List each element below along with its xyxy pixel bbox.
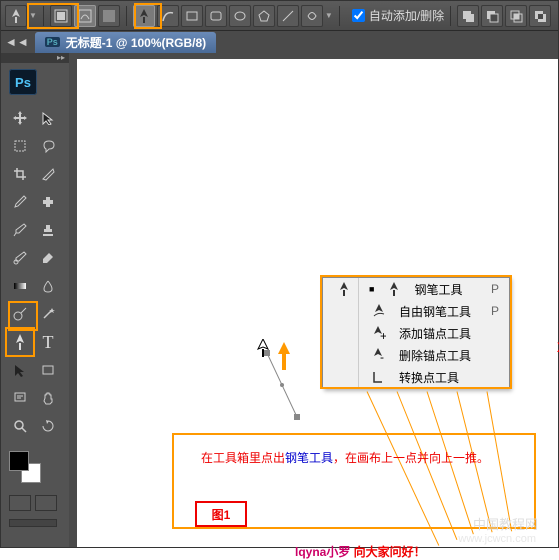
- eyedropper-tool[interactable]: [7, 189, 33, 215]
- arrow-up-icon: [277, 342, 291, 370]
- options-bar: ▼ ▼ 自动添加/删除: [1, 1, 558, 31]
- zoom-tool[interactable]: [7, 413, 33, 439]
- brush-tool[interactable]: [7, 217, 33, 243]
- crop-tool[interactable]: [7, 161, 33, 187]
- notes-tool[interactable]: [7, 385, 33, 411]
- document-tab[interactable]: Ps 无标题-1 @ 100%(RGB/8): [35, 32, 216, 53]
- document-title: 无标题-1 @ 100%(RGB/8): [66, 34, 206, 51]
- dodge-tool[interactable]: [7, 301, 33, 327]
- fg-color-swatch[interactable]: [9, 451, 29, 471]
- auto-add-delete-label: 自动添加/删除: [369, 7, 444, 24]
- type-tool[interactable]: T: [35, 329, 61, 355]
- flyout-item-add-anchor[interactable]: + 添加锚点工具: [323, 322, 509, 344]
- note-text: 在工具箱里点出钢笔工具，在画布上一点并向上一推。: [201, 449, 489, 466]
- flyout-item-convert[interactable]: 转换点工具: [323, 366, 509, 388]
- flyout-shortcut: P: [491, 304, 499, 318]
- flyout-label: 钢笔工具: [414, 281, 481, 298]
- watermark: 中国教程网: [473, 514, 538, 533]
- pen-cursor-icon: [255, 339, 271, 357]
- healing-tool[interactable]: [35, 189, 61, 215]
- dropdown-arrow-icon[interactable]: ▼: [325, 11, 333, 20]
- edit-mode-icon[interactable]: [9, 519, 57, 527]
- rect-shape-icon[interactable]: [181, 5, 203, 27]
- ellipse-icon[interactable]: [229, 5, 251, 27]
- rounded-rect-icon[interactable]: [205, 5, 227, 27]
- slice-tool[interactable]: [35, 161, 61, 187]
- flyout-item-pen[interactable]: ■ 钢笔工具 P: [323, 278, 509, 300]
- marquee-tool[interactable]: [7, 133, 33, 159]
- path-op-subtract-icon[interactable]: [481, 5, 503, 27]
- flyout-label: 删除锚点工具: [399, 347, 489, 364]
- dropdown-arrow-icon[interactable]: ▼: [29, 11, 37, 20]
- paths-icon[interactable]: [74, 5, 96, 27]
- polygon-icon[interactable]: [253, 5, 275, 27]
- eraser-tool[interactable]: [35, 245, 61, 271]
- line-icon[interactable]: [277, 5, 299, 27]
- watermark-url: www.jcwcn.com: [458, 533, 536, 545]
- delete-anchor-icon: -: [369, 348, 389, 362]
- gradient-tool[interactable]: [7, 273, 33, 299]
- pen-icon: [384, 282, 404, 296]
- convert-point-icon: [369, 370, 389, 384]
- fill-pixels-icon[interactable]: [98, 5, 120, 27]
- freeform-pen-icon[interactable]: [157, 5, 179, 27]
- figure-label: 图1: [195, 501, 247, 527]
- stamp-tool[interactable]: [35, 217, 61, 243]
- flyout-shortcut: P: [491, 282, 499, 296]
- collapse-icon[interactable]: ▸▸: [57, 53, 65, 63]
- quick-mask-icon[interactable]: [9, 495, 31, 511]
- auto-add-delete-input[interactable]: [352, 9, 365, 22]
- path-op-add-icon[interactable]: [457, 5, 479, 27]
- ps-badge-icon: Ps: [45, 37, 60, 47]
- path-selection-tool[interactable]: [7, 357, 33, 383]
- canvas[interactable]: ■ 钢笔工具 P 自由钢笔工具 P + 添加锚点工具: [77, 59, 558, 547]
- shape-layers-icon[interactable]: [50, 5, 72, 27]
- flyout-label: 转换点工具: [399, 369, 489, 386]
- path-op-intersect-icon[interactable]: [505, 5, 527, 27]
- magic-wand-tool[interactable]: [35, 301, 61, 327]
- add-anchor-icon: +: [369, 326, 389, 340]
- tab-prev-icon[interactable]: ◄◄: [5, 35, 29, 49]
- flyout-item-freeform[interactable]: 自由钢笔工具 P: [323, 300, 509, 322]
- path-op-exclude-icon[interactable]: [529, 5, 551, 27]
- history-brush-tool[interactable]: [7, 245, 33, 271]
- custom-shape-icon[interactable]: [301, 5, 323, 27]
- flyout-item-delete-anchor[interactable]: - 删除锚点工具: [323, 344, 509, 366]
- tool-sidebar: ▸▸ Ps T: [1, 53, 69, 547]
- tool-grid: T: [1, 101, 67, 443]
- flyout-label: 添加锚点工具: [399, 325, 489, 342]
- screen-mode-icon[interactable]: [35, 495, 57, 511]
- rotate-tool[interactable]: [35, 413, 61, 439]
- svg-text:+: +: [380, 329, 386, 340]
- canvas-area: ■ 钢笔工具 P 自由钢笔工具 P + 添加锚点工具: [69, 53, 558, 547]
- flyout-label: 自由钢笔工具: [399, 303, 481, 320]
- pen-tool[interactable]: [7, 329, 33, 355]
- credit-text: lqyna小罗 向大家问好！: [295, 543, 426, 560]
- lasso-tool[interactable]: [35, 133, 61, 159]
- svg-text:-: -: [380, 350, 384, 362]
- color-swatches[interactable]: [9, 451, 41, 483]
- shape-tool[interactable]: [35, 357, 61, 383]
- document-tab-bar: ◄◄ Ps 无标题-1 @ 100%(RGB/8): [1, 31, 558, 53]
- freeform-pen-icon: [369, 304, 389, 318]
- move-tool[interactable]: [7, 105, 33, 131]
- auto-add-delete-checkbox[interactable]: 自动添加/删除: [352, 7, 444, 24]
- pen-tool-preset-icon[interactable]: [5, 5, 27, 27]
- pen-icon[interactable]: [133, 5, 155, 27]
- blur-tool[interactable]: [35, 273, 61, 299]
- pen-tool-flyout: ■ 钢笔工具 P 自由钢笔工具 P + 添加锚点工具: [322, 277, 510, 389]
- selection-tool[interactable]: [35, 105, 61, 131]
- ps-logo-icon: Ps: [9, 69, 37, 95]
- hand-tool[interactable]: [35, 385, 61, 411]
